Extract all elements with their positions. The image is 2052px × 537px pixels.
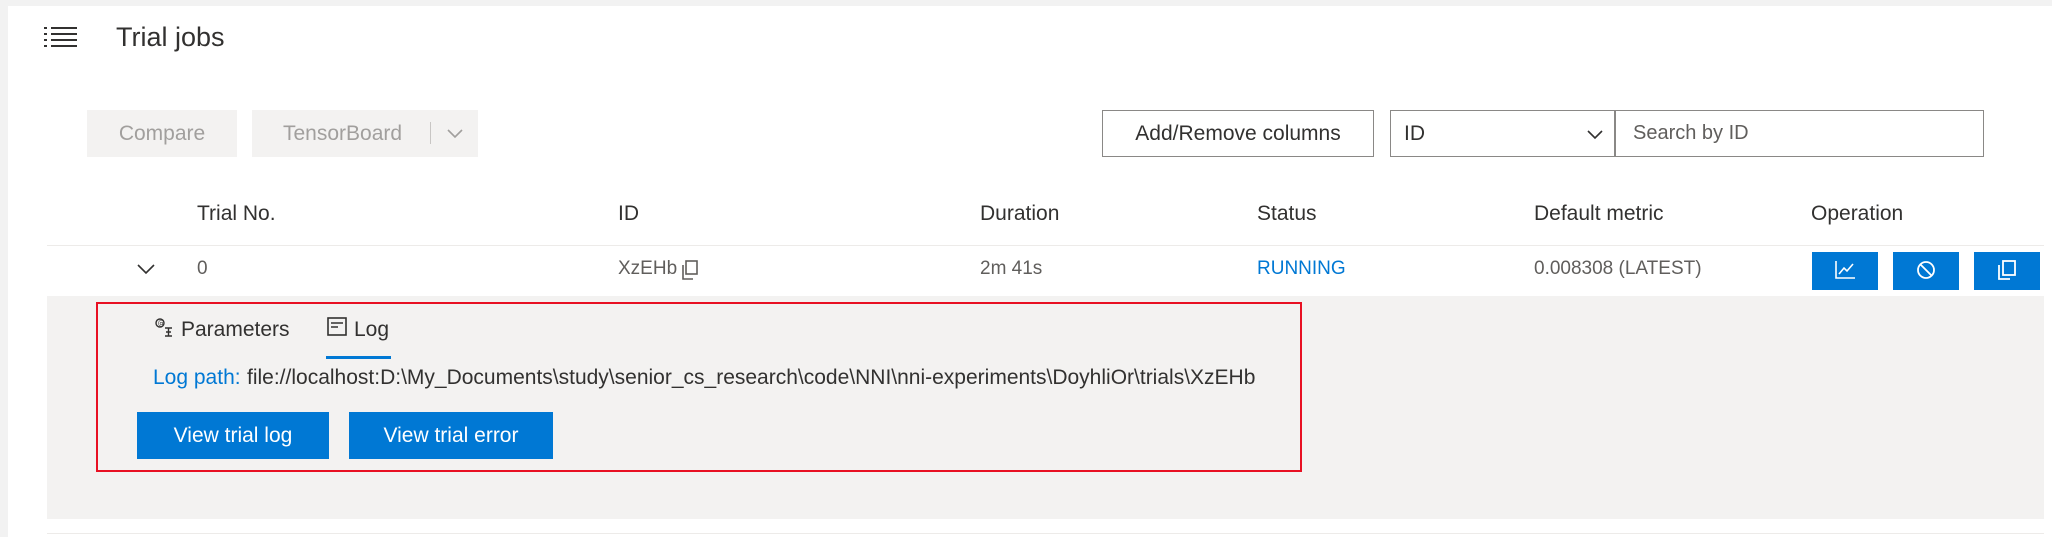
cancel-icon xyxy=(1915,259,1937,284)
cancel-trial-button[interactable] xyxy=(1893,252,1959,290)
search-input[interactable] xyxy=(1615,110,1984,157)
search-field-select[interactable]: ID xyxy=(1390,110,1615,157)
search-field-value: ID xyxy=(1404,121,1425,145)
copy-icon[interactable] xyxy=(681,259,699,281)
view-trial-log-button[interactable]: View trial log xyxy=(137,412,329,459)
row-divider xyxy=(47,245,2044,246)
chevron-down-icon xyxy=(1584,123,1606,145)
cell-duration: 2m 41s xyxy=(980,258,1043,279)
chevron-down-icon[interactable] xyxy=(135,258,157,280)
cell-trial-no: 0 xyxy=(197,258,208,279)
cell-id: XzEHb xyxy=(618,258,678,279)
compare-button[interactable]: Compare xyxy=(87,110,237,157)
chevron-down-icon[interactable] xyxy=(444,122,466,144)
column-header-trial-no[interactable]: Trial No. xyxy=(197,202,276,226)
svg-text:@: @ xyxy=(158,320,165,328)
tensorboard-divider xyxy=(430,122,431,144)
column-header-id[interactable]: ID xyxy=(618,202,639,226)
column-header-operation: Operation xyxy=(1811,202,1904,225)
parameters-icon: @ xyxy=(153,316,175,344)
chart-line-icon xyxy=(1833,259,1857,284)
tab-log-label: Log xyxy=(354,318,390,341)
chart-button[interactable] xyxy=(1812,252,1878,290)
log-path-value: file://localhost:D:\My_Documents\study\s… xyxy=(247,366,1256,389)
column-header-default-metric[interactable]: Default metric xyxy=(1534,202,1664,226)
column-header-status[interactable]: Status xyxy=(1257,202,1317,226)
view-trial-error-button[interactable]: View trial error xyxy=(349,412,553,459)
row-divider xyxy=(47,533,2044,534)
log-path-label: Log path: xyxy=(153,366,241,389)
tensorboard-label: TensorBoard xyxy=(283,121,403,145)
cell-status: RUNNING xyxy=(1257,258,1346,279)
copy-icon xyxy=(1996,259,2018,284)
list-icon[interactable] xyxy=(42,22,82,52)
page-title: Trial jobs xyxy=(116,22,225,52)
cell-default-metric: 0.008308 (LATEST) xyxy=(1534,258,1702,279)
tab-parameters[interactable]: @ Parameters xyxy=(153,316,290,344)
copy-trial-button[interactable] xyxy=(1974,252,2040,290)
tensorboard-button[interactable]: TensorBoard xyxy=(252,110,478,157)
column-header-duration[interactable]: Duration xyxy=(980,202,1059,226)
tab-parameters-label: Parameters xyxy=(181,318,290,341)
add-remove-columns-button[interactable]: Add/Remove columns xyxy=(1102,110,1374,157)
tab-selected-indicator xyxy=(326,356,391,359)
tab-log[interactable]: Log xyxy=(326,316,389,344)
log-icon xyxy=(326,316,348,344)
